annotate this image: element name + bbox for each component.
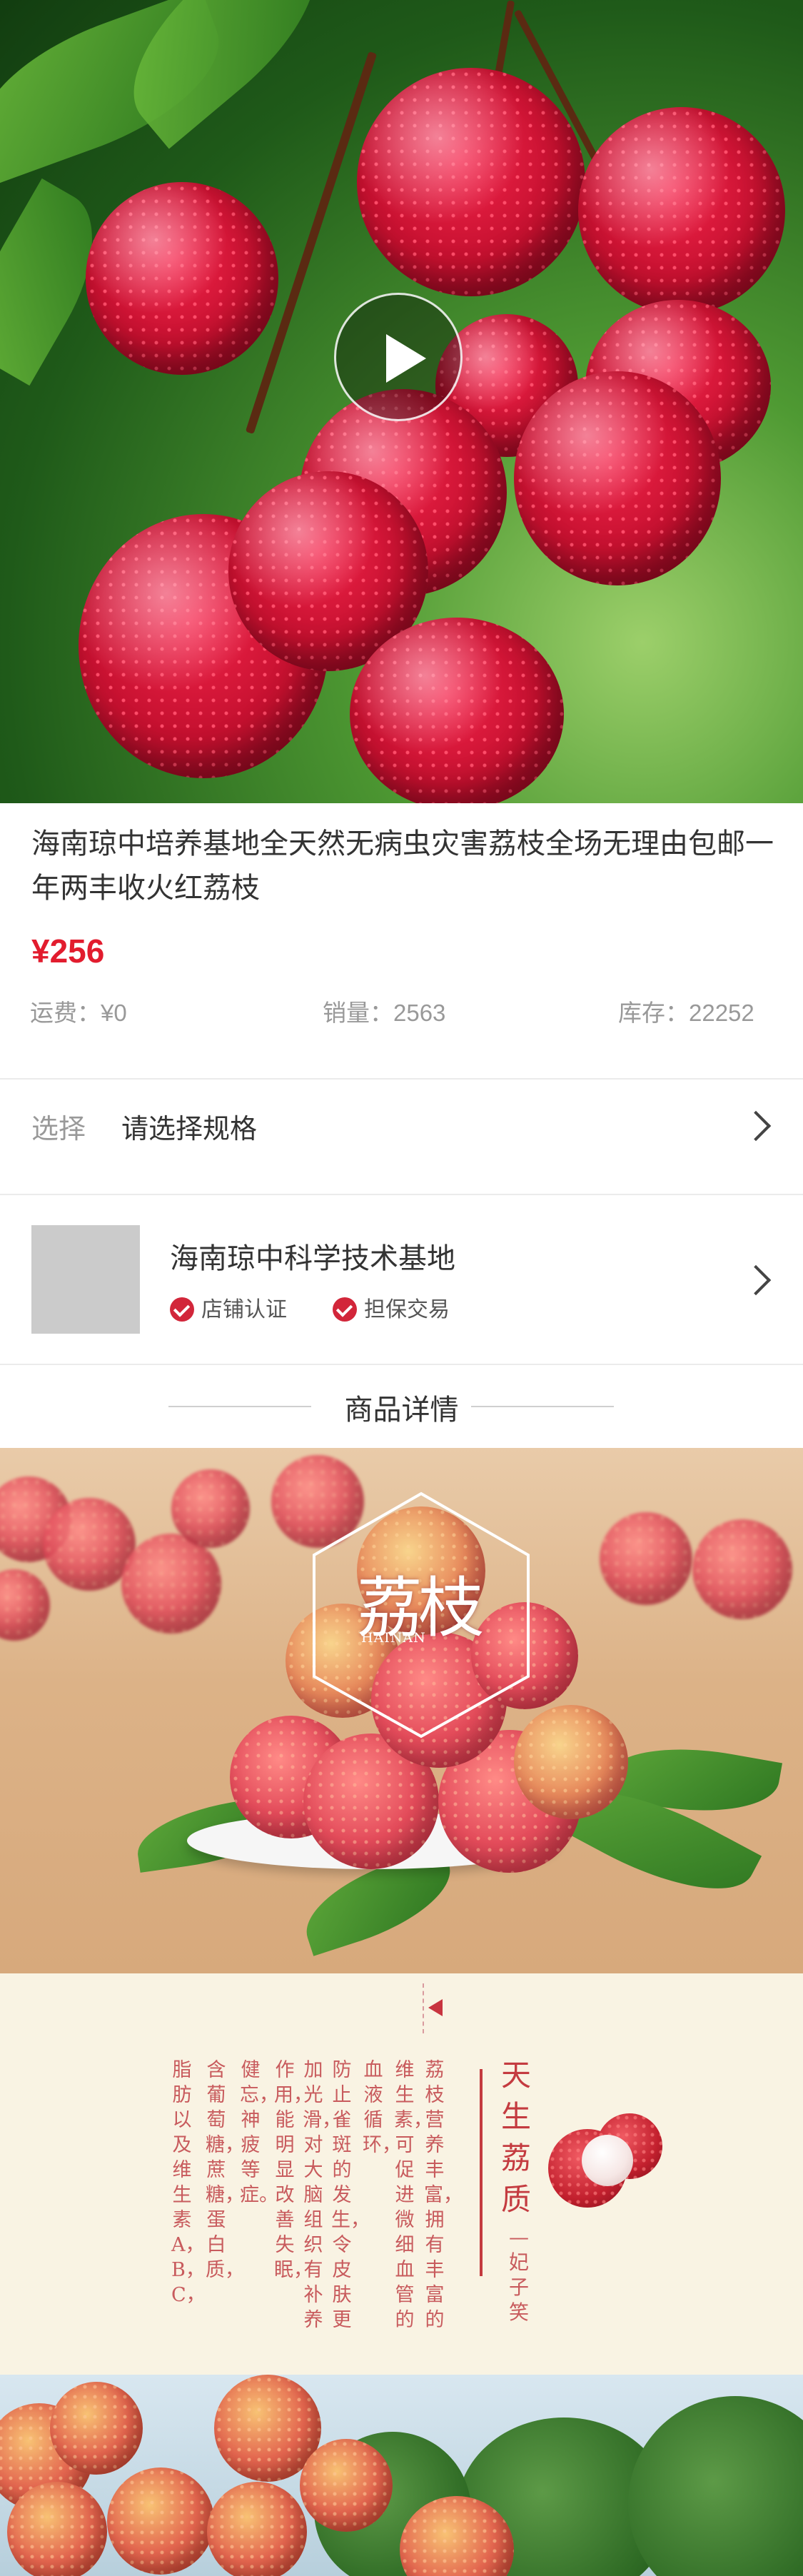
peeled-lychee [582,2135,633,2186]
shop-card[interactable]: 海南琼中科学技术基地 店铺认证 担保交易 [0,1195,803,1364]
background-lychee [692,1519,792,1619]
spec-selector[interactable]: 选择 请选择规格 [0,1080,803,1172]
detail-title: 商品详情 [344,1394,459,1426]
detail-image-poem: 脂肪以及维生素A，B，C， 含葡萄糖，蔗糖，蛋白质， 健忘，神疲等症。 作用，能… [0,1973,803,2375]
check-circle-icon [170,1297,194,1322]
poem-column: 含葡萄糖，蔗糖，蛋白质， [206,2059,244,2281]
poem-title: 天生荔质 [500,2058,531,2217]
poem-subtitle: —妃子笑 [508,2225,529,2324]
check-circle-icon [333,1297,357,1322]
dashed-line [423,1983,424,2033]
product-detail-page: 海南琼中培养基地全天然无病虫灾害荔枝全场无理由包邮一年两丰收火红荔枝 ¥256 … [0,0,803,2576]
poem-column: 荔枝营养丰富，拥有丰富的 [424,2059,463,2331]
stock-count: 库存：22252 [618,1000,754,1026]
heading-rule [471,1406,614,1407]
poem-column: 加光滑，对大脑组织有补养 [303,2059,341,2331]
poem-column: 维生素，可促进微细血管的 [394,2059,433,2331]
detail-image-orchard [0,2375,803,2576]
badge-label: 担保交易 [364,1298,450,1322]
play-icon [386,334,426,383]
product-price: ¥256 [31,932,105,970]
emblem-subtitle: HAINAN [361,1630,426,1646]
orchard-lychee [300,2439,393,2532]
shop-verified-badge: 店铺认证 [170,1292,287,1323]
orchard-tree [628,2396,803,2576]
sales-count: 销量：2563 [323,1000,446,1026]
orchard-lychee [107,2467,214,2575]
hero-lychee [578,107,785,314]
background-lychee [0,1569,50,1641]
detail-image-plate: 荔枝 HAINAN [0,1448,803,1973]
poem-column: 作用，能明显改善失眠， [274,2059,313,2281]
badge-label: 店铺认证 [201,1298,287,1322]
chevron-right-icon [740,1264,772,1296]
hero-lychee [350,618,564,803]
spec-value: 请选择规格 [121,1115,258,1144]
shipping-fee: 运费：¥0 [30,1000,127,1026]
poem-divider [480,2069,483,2276]
background-lychee [171,1469,250,1548]
orchard-lychee [207,2482,307,2576]
play-button[interactable] [334,293,463,421]
background-lychee [121,1534,221,1634]
chevron-right-icon [740,1110,772,1142]
product-title: 海南琼中培养基地全天然无病虫灾害荔枝全场无理由包邮一年两丰收火红荔枝 [31,828,774,904]
product-info: 海南琼中培养基地全天然无病虫灾害荔枝全场无理由包邮一年两丰收火红荔枝 ¥256 … [0,803,803,1078]
poem-column: 脂肪以及维生素A，B，C， [171,2059,206,2306]
background-lychee [600,1512,692,1605]
shop-logo [31,1225,140,1334]
shop-name: 海南琼中科学技术基地 [170,1243,455,1274]
product-hero-video[interactable] [0,0,803,803]
detail-header: 商品详情 [0,1365,803,1448]
triangle-marker-icon [428,1999,443,2016]
hero-lychee [357,68,585,296]
poem-column: 血液循环， [363,2059,401,2156]
spec-label: 选择 [31,1115,86,1144]
poem-column: 健忘，神疲等症。 [240,2059,278,2206]
orchard-lychee [7,2482,107,2576]
hero-lychee [86,182,278,375]
orchard-lychee [50,2382,143,2475]
guarantee-badge: 担保交易 [333,1292,450,1323]
poem-column: 防止雀斑的发生，令皮肤更 [331,2059,370,2331]
hero-lychee [514,371,721,585]
